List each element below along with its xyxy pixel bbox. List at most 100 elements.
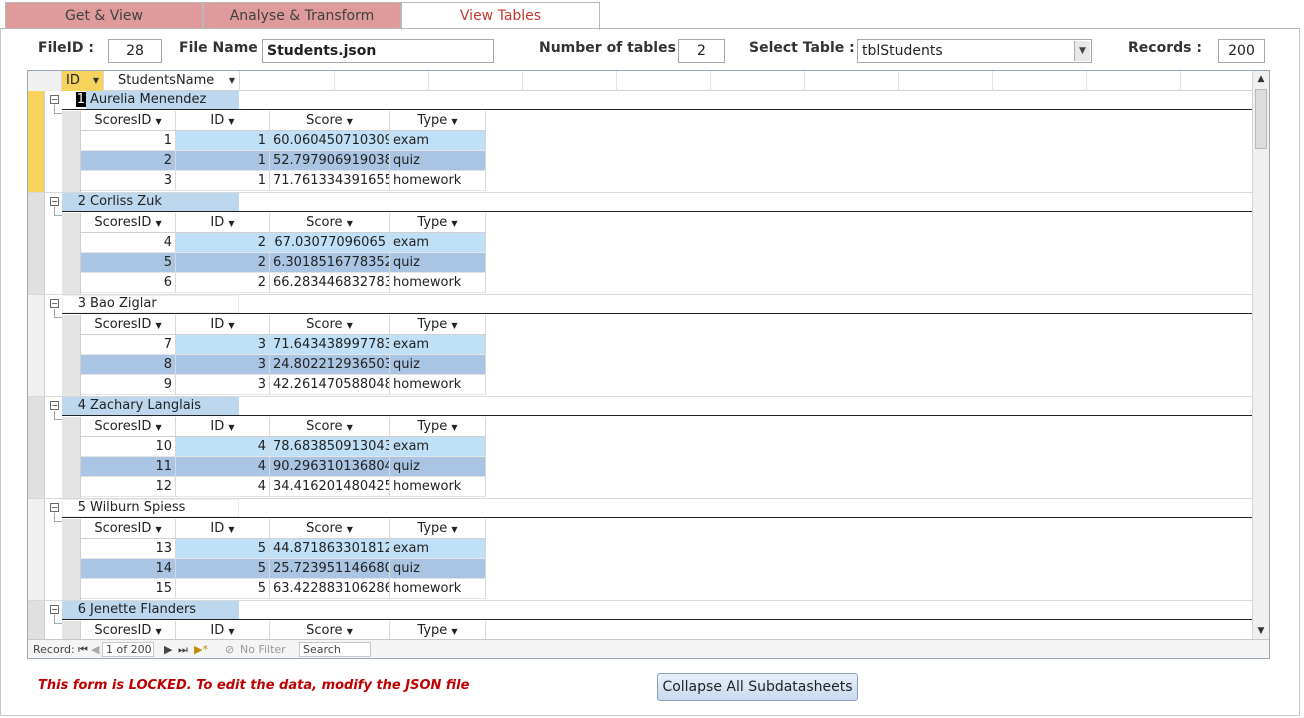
collapse-icon[interactable]: − [50,503,59,512]
sub-col-scoresid[interactable]: ScoresID ▼ [81,621,176,641]
student-id-cell[interactable]: 3 [62,295,86,313]
cell-scoresid[interactable]: 5 [81,253,176,273]
table-row[interactable]: 15 5 63.4228831062866 homework [81,579,486,599]
table-row[interactable]: 13 5 44.8718633018126 exam [81,539,486,559]
cell-scoresid[interactable]: 6 [81,273,176,293]
cell-id[interactable]: 1 [176,151,270,171]
cell-scoresid[interactable]: 3 [81,171,176,191]
previous-record-icon[interactable]: ◀ [91,642,99,657]
cell-scoresid[interactable]: 15 [81,579,176,599]
table-row[interactable]: 4 2 67.03077096065 exam [81,233,486,253]
sub-record-selector[interactable] [62,417,81,498]
first-record-icon[interactable]: ⏮ [78,642,88,657]
student-row[interactable]: − 2 Corliss Zuk ScoresID ▼ ID ▼ Score ▼ … [28,193,1253,295]
cell-type[interactable]: quiz [390,253,486,273]
table-row[interactable]: 3 1 71.7613343916554 homework [81,171,486,191]
collapse-icon[interactable]: − [50,605,59,614]
student-id-cell[interactable]: 1 [62,91,86,109]
sub-record-selector[interactable] [62,111,81,192]
cell-type[interactable]: exam [390,233,486,253]
cell-scoresid[interactable]: 4 [81,233,176,253]
cell-scoresid[interactable]: 8 [81,355,176,375]
sub-col-score[interactable]: Score ▼ [270,213,390,233]
table-row[interactable]: 6 2 66.2834468327838 homework [81,273,486,293]
cell-scoresid[interactable]: 9 [81,375,176,395]
cell-type[interactable]: exam [390,335,486,355]
cell-type[interactable]: homework [390,273,486,293]
cell-type[interactable]: quiz [390,151,486,171]
subdatasheet[interactable]: ScoresID ▼ ID ▼ Score ▼ Type ▼ [62,621,486,641]
table-row[interactable]: 7 3 71.6434389977833 exam [81,335,486,355]
subdatasheet[interactable]: ScoresID ▼ ID ▼ Score ▼ Type ▼ 13 5 44.8… [62,519,486,600]
cell-score[interactable]: 71.6434389977833 [270,335,390,355]
cell-type[interactable]: exam [390,131,486,151]
table-row[interactable]: 10 4 78.6838509130433 exam [81,437,486,457]
sub-col-score[interactable]: Score ▼ [270,315,390,335]
sub-col-scoresid[interactable]: ScoresID ▼ [81,519,176,539]
scroll-down-icon[interactable]: ▼ [1253,623,1269,639]
cell-type[interactable]: quiz [390,559,486,579]
cell-id[interactable]: 1 [176,171,270,191]
cell-id[interactable]: 5 [176,579,270,599]
table-row[interactable]: 1 1 60.0604507103096 exam [81,131,486,151]
cell-scoresid[interactable]: 12 [81,477,176,497]
subdatasheet[interactable]: ScoresID ▼ ID ▼ Score ▼ Type ▼ 4 2 67.03… [62,213,486,294]
cell-type[interactable]: homework [390,579,486,599]
table-row[interactable]: 8 3 24.8022129365031 quiz [81,355,486,375]
column-header-studentsname[interactable]: StudentsName ▼ [104,71,240,91]
collapse-icon[interactable]: − [50,197,59,206]
file-name-field[interactable]: Students.json [262,39,494,63]
record-position-field[interactable]: 1 of 200 [102,642,154,657]
student-row[interactable]: − 3 Bao Ziglar ScoresID ▼ ID ▼ Score ▼ T… [28,295,1253,397]
dropdown-arrow-icon[interactable]: ▼ [229,71,235,90]
cell-score[interactable]: 63.4228831062866 [270,579,390,599]
sub-col-id[interactable]: ID ▼ [176,621,270,641]
student-id-cell[interactable]: 5 [62,499,86,517]
cell-type[interactable]: exam [390,437,486,457]
sub-col-type[interactable]: Type ▼ [390,621,486,641]
cell-id[interactable]: 2 [176,253,270,273]
tab-analyse-transform[interactable]: Analyse & Transform [203,2,401,29]
scroll-up-icon[interactable]: ▲ [1253,71,1269,87]
cell-type[interactable]: homework [390,171,486,191]
cell-score[interactable]: 34.4162014804253 [270,477,390,497]
scroll-thumb[interactable] [1255,89,1267,149]
sub-col-id[interactable]: ID ▼ [176,111,270,131]
student-row[interactable]: − 5 Wilburn Spiess ScoresID ▼ ID ▼ Score… [28,499,1253,601]
cell-score[interactable]: 71.7613343916554 [270,171,390,191]
student-row[interactable]: − 1 Aurelia Menendez ScoresID ▼ ID ▼ Sco… [28,91,1253,193]
record-selector[interactable] [28,601,45,639]
cell-id[interactable]: 4 [176,437,270,457]
select-table-combo[interactable]: tblStudents ▼ [857,39,1092,63]
cell-type[interactable]: homework [390,375,486,395]
new-record-icon[interactable]: ▶* [194,642,208,657]
cell-scoresid[interactable]: 13 [81,539,176,559]
filter-status[interactable]: No Filter [240,642,286,657]
sub-col-score[interactable]: Score ▼ [270,621,390,641]
sub-col-type[interactable]: Type ▼ [390,213,486,233]
select-all-corner[interactable] [28,71,62,91]
sub-col-score[interactable]: Score ▼ [270,519,390,539]
subdatasheet[interactable]: ScoresID ▼ ID ▼ Score ▼ Type ▼ 7 3 71.64… [62,315,486,396]
cell-score[interactable]: 24.8022129365031 [270,355,390,375]
num-tables-field[interactable]: 2 [678,39,725,63]
cell-type[interactable]: homework [390,477,486,497]
student-id-cell[interactable]: 4 [62,397,86,415]
sub-col-type[interactable]: Type ▼ [390,315,486,335]
records-field[interactable]: 200 [1218,39,1265,63]
sub-col-scoresid[interactable]: ScoresID ▼ [81,315,176,335]
subdatasheet[interactable]: ScoresID ▼ ID ▼ Score ▼ Type ▼ 10 4 78.6… [62,417,486,498]
record-selector[interactable] [28,499,45,600]
filter-icon[interactable]: ⊘ [225,642,234,657]
sub-col-score[interactable]: Score ▼ [270,417,390,437]
vertical-scrollbar[interactable]: ▲ ▼ [1252,71,1269,639]
cell-type[interactable]: quiz [390,355,486,375]
sub-col-scoresid[interactable]: ScoresID ▼ [81,213,176,233]
dropdown-arrow-icon[interactable]: ▼ [93,71,99,90]
sub-col-score[interactable]: Score ▼ [270,111,390,131]
cell-id[interactable]: 5 [176,539,270,559]
student-id-cell[interactable]: 2 [62,193,86,211]
collapse-all-button[interactable]: Collapse All Subdatasheets [657,673,858,701]
cell-score[interactable]: 52.7979069190387 [270,151,390,171]
cell-score[interactable]: 60.0604507103096 [270,131,390,151]
